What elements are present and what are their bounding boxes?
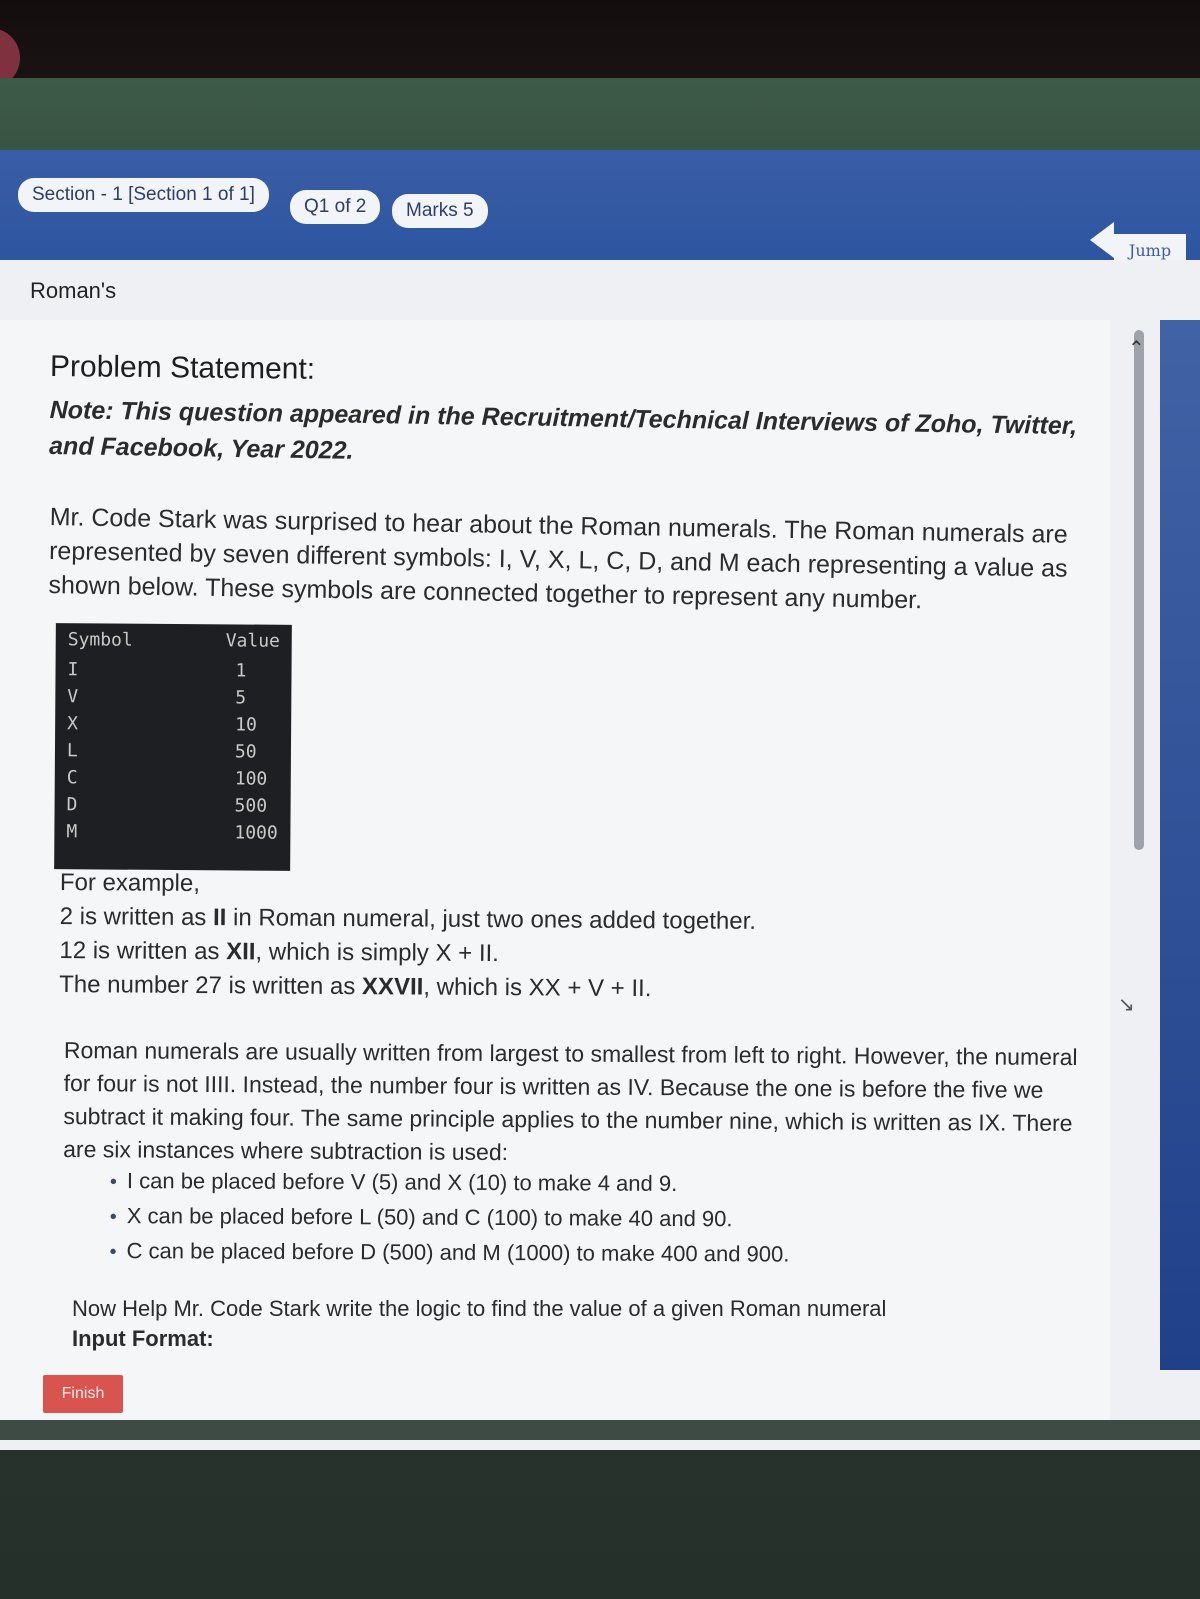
examples-block: For example, 2 is written as II in Roman… bbox=[59, 866, 1060, 1009]
chevron-up-icon[interactable]: ⌃ bbox=[1128, 336, 1145, 361]
task-statement: Now Help Mr. Code Stark write the logic … bbox=[72, 1296, 887, 1321]
table-header-value: Value bbox=[225, 630, 281, 652]
table-cell-symbol: X bbox=[67, 713, 79, 735]
table-cell-symbol: L bbox=[66, 740, 78, 762]
table-cell-value: 1 bbox=[235, 660, 247, 682]
table-cell-symbol: M bbox=[66, 821, 78, 843]
table-cell-value: 50 bbox=[234, 741, 257, 763]
marks-badge: Marks 5 bbox=[392, 194, 488, 228]
table-cell-symbol: I bbox=[67, 659, 79, 681]
table-cell-value: 100 bbox=[234, 768, 268, 790]
table-cell-value: 10 bbox=[235, 714, 257, 736]
table-cell-symbol: V bbox=[67, 686, 79, 708]
table-header-row: Symbol Value bbox=[68, 629, 288, 657]
table-row: V 5 bbox=[67, 686, 287, 714]
question-counter-badge[interactable]: Q1 of 2 bbox=[290, 190, 381, 224]
finish-button[interactable]: Finish bbox=[43, 1375, 123, 1413]
list-item: X can be placed before L (50) and C (100… bbox=[110, 1199, 790, 1238]
example-numeral: XII bbox=[226, 938, 256, 966]
table-row: M 1000 bbox=[66, 821, 286, 849]
table-cell-symbol: D bbox=[66, 794, 78, 816]
table-cell-symbol: C bbox=[66, 767, 78, 789]
table-cell-value: 5 bbox=[235, 687, 247, 709]
roman-symbol-table: Symbol Value I 1 V 5 X 10 L 50 C 100 D 5… bbox=[54, 623, 292, 871]
question-title-row bbox=[0, 260, 1200, 320]
subtraction-rules-list: I can be placed before V (5) and X (10) … bbox=[109, 1164, 789, 1273]
table-row: C 100 bbox=[67, 767, 287, 795]
jump-arrow-shape bbox=[1090, 222, 1114, 258]
mouse-cursor-icon: ↘ bbox=[1118, 994, 1135, 1016]
table-row: D 500 bbox=[66, 794, 286, 822]
table-row: X 10 bbox=[67, 713, 287, 741]
table-row: I 1 bbox=[67, 659, 287, 687]
question-title: Roman's bbox=[30, 278, 117, 303]
side-blue-strip bbox=[1160, 320, 1200, 1370]
example-line: The number 27 is written as XXVII, which… bbox=[59, 968, 1059, 1009]
subtraction-rules-intro: Roman numerals are usually written from … bbox=[63, 1036, 1078, 1166]
example-text: The number 27 is written as bbox=[59, 970, 363, 1001]
example-text: , which is XX + V + II. bbox=[423, 973, 652, 1003]
table-row: L 50 bbox=[67, 740, 287, 768]
problem-intro: Mr. Code Stark was surprised to hear abo… bbox=[48, 502, 1068, 615]
content-scrollbar[interactable] bbox=[1134, 330, 1144, 850]
example-numeral: II bbox=[212, 904, 227, 932]
example-text: in Roman numeral, just two ones added to… bbox=[226, 904, 757, 935]
example-text: 12 is written as bbox=[59, 936, 227, 966]
problem-heading: Problem Statement: bbox=[49, 350, 316, 386]
example-text: 2 is written as bbox=[59, 902, 214, 932]
example-text: , which is simply X + II. bbox=[255, 938, 499, 968]
input-format-heading: Input Format: bbox=[72, 1326, 214, 1351]
list-item: C can be placed before D (500) and M (10… bbox=[109, 1234, 789, 1273]
example-numeral: XXVII bbox=[361, 973, 424, 1001]
table-cell-value: 500 bbox=[234, 795, 268, 817]
list-item: I can be placed before V (5) and X (10) … bbox=[110, 1164, 790, 1203]
screen-bottom-edge bbox=[0, 1420, 1200, 1440]
table-cell-value: 1000 bbox=[234, 822, 278, 844]
table-header-symbol: Symbol bbox=[67, 629, 133, 651]
section-badge[interactable]: Section - 1 [Section 1 of 1] bbox=[18, 178, 269, 212]
